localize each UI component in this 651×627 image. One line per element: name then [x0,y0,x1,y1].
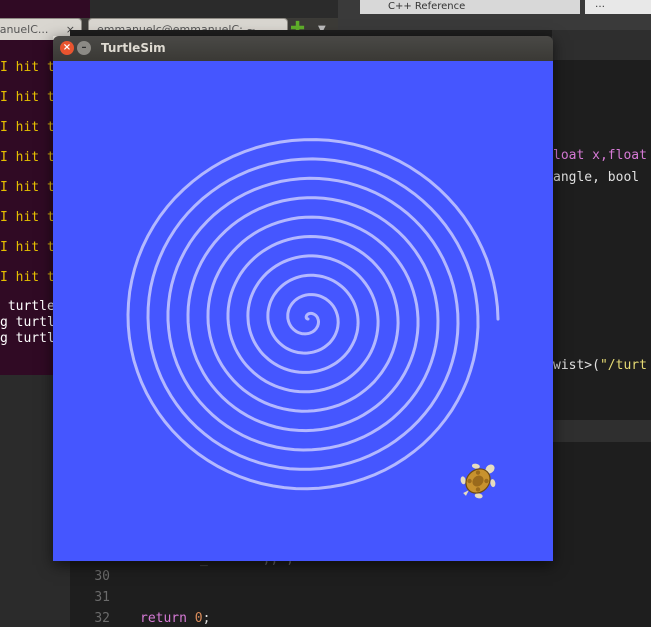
terminal-line: I hit t [0,240,55,255]
window-titlebar[interactable]: × – TurtleSim [53,36,553,61]
browser-tab-2[interactable]: … [585,0,651,14]
code-line: loat x,float [553,148,647,163]
line-number: 30 [94,569,110,584]
code-line-return: return 0; [140,611,210,626]
terminal-line: I hit t [0,180,55,195]
turtlesim-window: × – TurtleSim [53,36,553,561]
code-text: angle, bool [553,170,640,185]
terminal-line: I hit t [0,150,55,165]
terminal-line: I hit t [0,270,55,285]
terminal-line: I hit t [0,120,55,135]
code-number: 0 [194,611,203,626]
terminal-line: I hit t [0,90,55,105]
terminal-line: I hit t [0,60,55,75]
code-text: loat x,float [553,148,647,163]
line-number: 32 [94,611,110,626]
terminal-line: g turtl [0,315,55,330]
terminal-line: g turtl [0,331,55,346]
terminal-line: I hit t [0,210,55,225]
code-string: "/turt [599,358,647,373]
code-line: angle, bool [553,170,639,185]
spiral-trail-path [126,138,500,491]
editor-header-bar [552,30,651,60]
line-number: 31 [94,590,110,605]
terminal-line: turtle [0,299,55,314]
minimize-window-button[interactable]: – [77,41,91,55]
code-keyword: return [140,611,187,626]
terminal-tab-1-label: manuelC... [0,23,49,36]
code-text: wist>( [553,358,600,373]
code-line: wist>("/turt [553,358,647,373]
browser-tab-label: C++ Reference [388,1,466,12]
code-text: ; [202,611,211,626]
turtle-icon [460,463,496,499]
close-window-button[interactable]: × [60,41,74,55]
window-title: TurtleSim [101,41,166,55]
turtlesim-canvas [53,61,553,561]
browser-tab-cpp-reference[interactable]: C++ Reference [360,0,580,14]
